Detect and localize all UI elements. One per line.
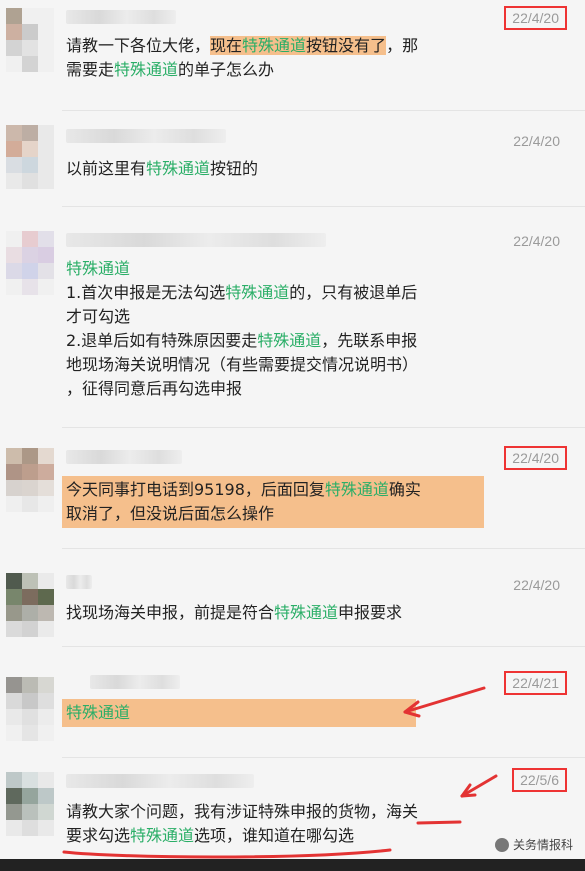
avatar[interactable]	[6, 231, 54, 295]
bottom-bar	[0, 859, 585, 871]
sender-name	[66, 774, 254, 788]
message-text: 以前这里有特殊通道按钮的	[66, 159, 259, 178]
sender-name	[66, 10, 176, 24]
message-text: 特殊通道	[62, 699, 416, 727]
wechat-icon	[494, 837, 509, 852]
message-text: 请教一下各位大佬，现在特殊通道按钮没有了，那 需要走特殊通道的单子怎么办	[66, 36, 419, 79]
keyword: 特殊通道	[257, 331, 322, 350]
keyword: 特殊通道	[114, 60, 179, 79]
message-time: 22/4/20	[513, 577, 560, 593]
avatar[interactable]	[6, 8, 54, 72]
sender-name	[90, 675, 180, 689]
avatar[interactable]	[6, 677, 54, 741]
sender-name	[66, 129, 226, 143]
avatar[interactable]	[6, 448, 54, 512]
message-6: 22/4/21 特殊通道	[0, 647, 585, 757]
watermark: 关务情报科	[494, 836, 573, 853]
keyword: 特殊通道	[242, 36, 307, 55]
keyword: 特殊通道	[66, 703, 131, 722]
avatar[interactable]	[6, 772, 54, 836]
sender-name	[66, 450, 182, 464]
sender-name	[66, 233, 326, 247]
highlight: 现在特殊通道按钮没有了	[210, 36, 387, 55]
message-4: 22/4/20 今天同事打电话到95198，后面回复特殊通道确实 取消了，但没说…	[0, 428, 585, 548]
message-time: 22/4/20	[513, 233, 560, 249]
message-text: 找现场海关申报，前提是符合特殊通道申报要求	[66, 603, 403, 622]
message-time: 22/5/6	[512, 768, 567, 792]
message-1: 22/4/20 请教一下各位大佬，现在特殊通道按钮没有了，那 需要走特殊通道的单…	[0, 0, 585, 110]
message-time: 22/4/21	[504, 671, 567, 695]
message-time: 22/4/20	[504, 446, 567, 470]
keyword: 特殊通道	[274, 603, 339, 622]
keyword: 特殊通道	[225, 283, 290, 302]
message-3: 22/4/20 特殊通道 1.首次申报是无法勾选特殊通道的，只有被退单后 才可勾…	[0, 207, 585, 427]
message-text: 今天同事打电话到95198，后面回复特殊通道确实 取消了，但没说后面怎么操作	[62, 476, 484, 528]
message-text: 特殊通道 1.首次申报是无法勾选特殊通道的，只有被退单后 才可勾选 2.退单后如…	[66, 259, 419, 398]
keyword: 特殊通道	[66, 259, 131, 278]
keyword: 特殊通道	[324, 480, 389, 499]
avatar[interactable]	[6, 573, 54, 637]
watermark-text: 关务情报科	[512, 838, 573, 852]
message-text: 请教大家个问题，我有涉证特殊申报的货物，海关 要求勾选特殊通道选项，谁知道在哪勾…	[66, 802, 419, 845]
sender-name	[66, 575, 92, 589]
message-2: 22/4/20 以前这里有特殊通道按钮的	[0, 111, 585, 206]
keyword: 特殊通道	[130, 826, 195, 845]
message-5: 22/4/20 找现场海关申报，前提是符合特殊通道申报要求	[0, 549, 585, 646]
keyword: 特殊通道	[146, 159, 211, 178]
message-time: 22/4/20	[504, 6, 567, 30]
avatar[interactable]	[6, 125, 54, 189]
message-time: 22/4/20	[513, 133, 560, 149]
